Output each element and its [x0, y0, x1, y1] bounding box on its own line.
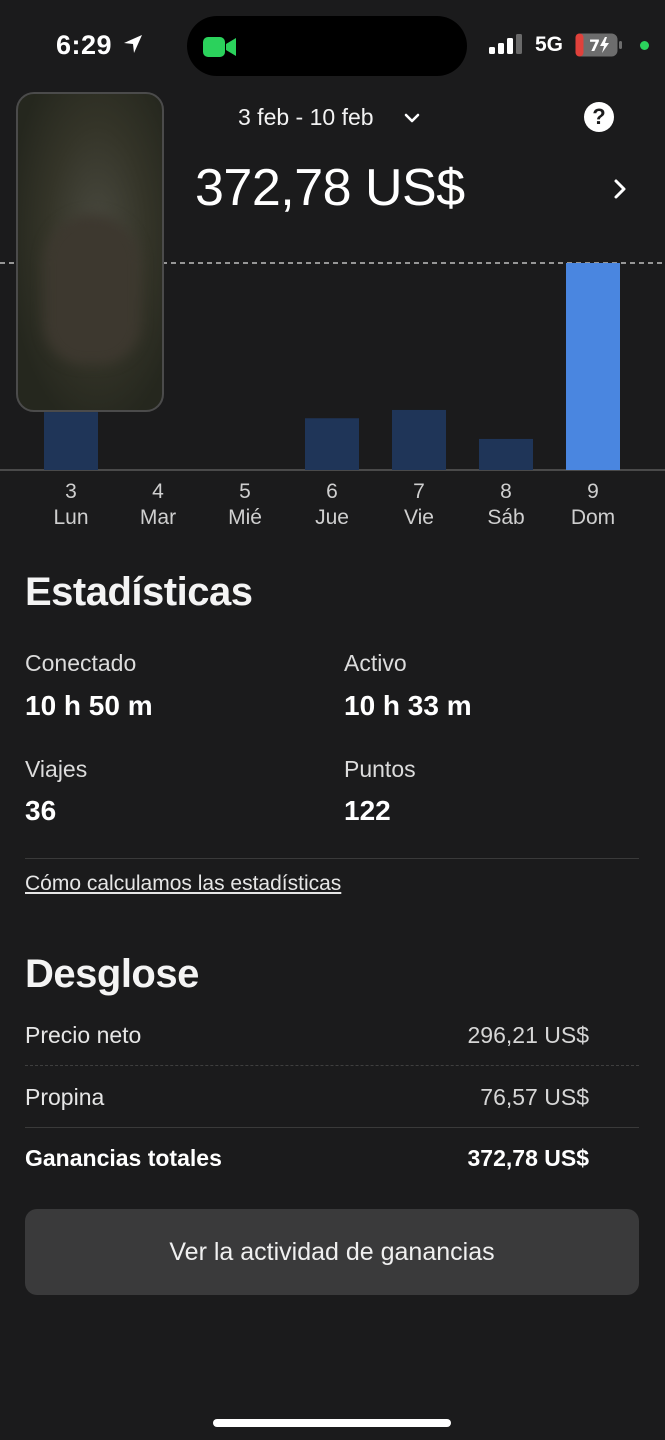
home-indicator[interactable] [213, 1419, 451, 1427]
total-earnings: 372,78 US$ [195, 159, 465, 217]
svg-text:7: 7 [589, 36, 600, 55]
chart-bar-Dom[interactable] [566, 263, 620, 470]
row-separator [25, 1065, 639, 1066]
total-earnings-label: Ganancias totales [25, 1145, 222, 1171]
chart-day-number: 3 [65, 480, 77, 503]
stats-title: Estadísticas [25, 570, 253, 614]
help-icon[interactable]: ? [584, 102, 614, 132]
chart-day-name: Sáb [487, 506, 524, 529]
active-value: 10 h 33 m [344, 690, 472, 721]
online-label: Conectado [25, 650, 137, 676]
chart-day-name: Lun [53, 506, 88, 529]
tip-label: Propina [25, 1084, 105, 1110]
view-earnings-activity-button[interactable]: Ver la actividad de ganancias [25, 1209, 639, 1295]
points-label: Puntos [344, 756, 416, 782]
chart-bar-Vie[interactable] [392, 409, 446, 470]
chart-bar-Sáb[interactable] [479, 438, 533, 470]
pip-video-subject [44, 214, 140, 364]
net-fare-label: Precio neto [25, 1022, 142, 1048]
chart-day-number: 5 [239, 480, 251, 503]
active-label: Activo [344, 650, 407, 676]
chart-day-number: 8 [500, 480, 512, 503]
net-fare-value: 296,21 US$ [467, 1022, 589, 1048]
stats-divider [25, 858, 639, 859]
facetime-pip-video[interactable] [16, 92, 164, 412]
location-arrow-icon [124, 35, 142, 53]
clock: 6:29 [56, 30, 113, 60]
stats-info-link[interactable]: Cómo calculamos las estadísticas [25, 872, 341, 896]
chart-day-number: 7 [413, 480, 425, 503]
privacy-indicator [640, 41, 649, 50]
points-value: 122 [344, 795, 391, 826]
battery-icon: 7 [575, 33, 622, 57]
breakdown-title: Desglose [25, 952, 199, 996]
facetime-camera-icon [203, 37, 236, 57]
chart-day-number: 9 [587, 480, 599, 503]
chart-bar-Jue[interactable] [305, 418, 359, 470]
tip-value: 76,57 US$ [480, 1084, 589, 1110]
chart-day-name: Jue [315, 506, 349, 529]
signal-icon [489, 34, 522, 54]
status-bar: 6:29 5G 7 [0, 0, 665, 90]
chart-day-name: Mar [140, 506, 176, 529]
row-divider [25, 1127, 639, 1128]
chart-day-name: Vie [404, 506, 434, 529]
trips-value: 36 [25, 795, 57, 826]
network-type: 5G [535, 33, 564, 56]
dynamic-island [187, 16, 467, 76]
chevron-down-icon[interactable] [402, 108, 422, 128]
date-range-selector[interactable]: 3 feb - 10 feb [238, 104, 374, 131]
chart-day-name: Mié [228, 506, 262, 529]
chart-day-name: Dom [571, 506, 615, 529]
chart-day-number: 6 [326, 480, 338, 503]
trips-label: Viajes [25, 756, 88, 782]
chevron-right-icon[interactable] [610, 176, 630, 202]
chart-bar-Lun[interactable] [44, 412, 98, 470]
earnings-screen: 6:29 5G 7 3 feb - 10 feb ? 372,78 US$ 3 … [0, 0, 665, 1440]
online-value: 10 h 50 m [25, 690, 153, 721]
chart-day-number: 4 [152, 480, 164, 503]
total-earnings-value: 372,78 US$ [467, 1145, 589, 1171]
